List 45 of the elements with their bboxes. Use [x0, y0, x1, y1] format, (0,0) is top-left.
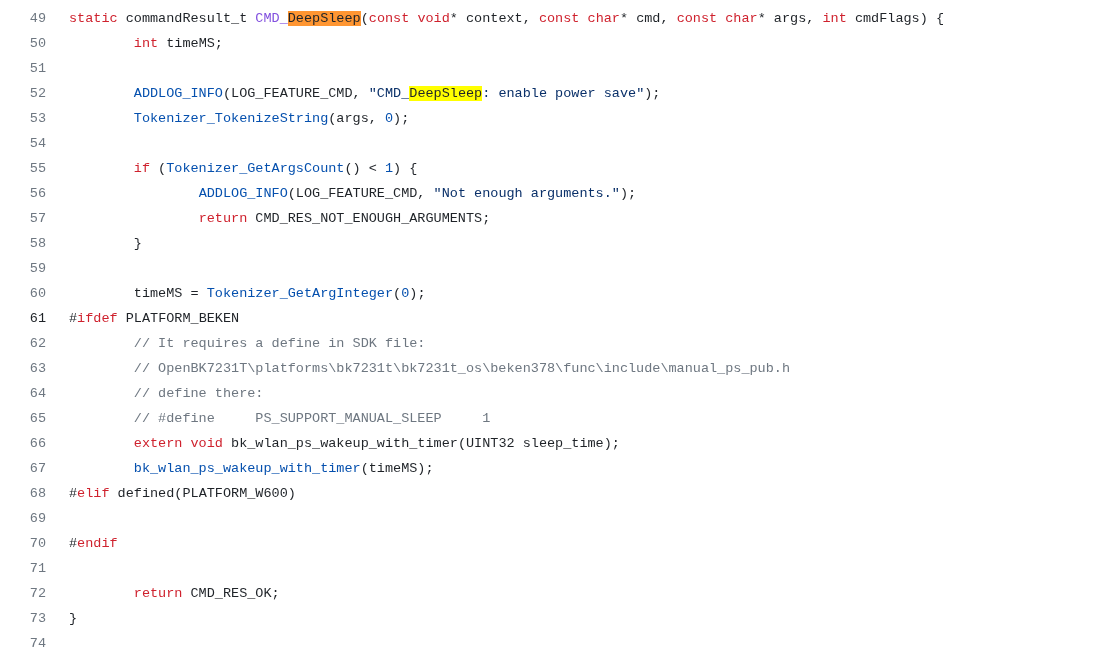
line-number: 50	[28, 35, 46, 54]
code-line: #elif defined(PLATFORM_W600)	[69, 485, 296, 504]
line-number: 51	[28, 60, 46, 79]
code-line: return CMD_RES_OK;	[132, 585, 280, 604]
line-number: 68	[28, 485, 46, 504]
line-number: 52	[28, 85, 46, 104]
code-line: if (Tokenizer_GetArgsCount() < 1) {	[132, 160, 418, 179]
line-number: 65	[28, 410, 46, 429]
code-line: int timeMS;	[132, 35, 223, 54]
line-number: 69	[28, 510, 46, 529]
code-line: }	[69, 610, 78, 629]
code-line: ADDLOG_INFO(LOG_FEATURE_CMD, "Not enough arguments.");	[197, 185, 637, 204]
code-line: extern void bk_wlan_ps_wakeup_with_timer(UINT32 sleep_time);	[132, 435, 620, 454]
line-number: 59	[28, 260, 46, 279]
code-line: timeMS = Tokenizer_GetArgInteger(0);	[132, 285, 426, 304]
code-line: Tokenizer_TokenizeString(args, 0);	[132, 110, 410, 129]
line-number: 64	[28, 385, 46, 404]
line-number: 54	[28, 135, 46, 154]
line-number: 49	[28, 10, 46, 29]
line-number: 67	[28, 460, 46, 479]
line-number: 57	[28, 210, 46, 229]
line-number: 72	[28, 585, 46, 604]
line-number: 53	[28, 110, 46, 129]
code-line: // OpenBK7231T\platforms\bk7231t\bk7231t_os\beken378\func\include\manual_ps_pub.h	[132, 360, 791, 379]
code-line: // define there:	[132, 385, 264, 404]
code-line: }	[132, 235, 142, 254]
line-number: 61	[28, 310, 46, 329]
line-number: 71	[28, 560, 46, 579]
line-number: 55	[28, 160, 46, 179]
line-number: 58	[28, 235, 46, 254]
line-number: 70	[28, 535, 46, 554]
line-number: 60	[28, 285, 46, 304]
code-line: bk_wlan_ps_wakeup_with_timer(timeMS);	[132, 460, 434, 479]
code-line: #ifdef PLATFORM_BEKEN	[69, 310, 240, 329]
line-number: 74	[28, 635, 46, 647]
code-line: return CMD_RES_NOT_ENOUGH_ARGUMENTS;	[197, 210, 491, 229]
code-line: // #define PS_SUPPORT_MANUAL_SLEEP 1	[132, 410, 491, 429]
line-number: 56	[28, 185, 46, 204]
code-line: #endif	[69, 535, 118, 554]
line-number: 62	[28, 335, 46, 354]
code-line: // It requires a define in SDK file:	[132, 335, 426, 354]
code-line: ADDLOG_INFO(LOG_FEATURE_CMD, "CMD_DeepSleep: enable power save");	[132, 85, 661, 104]
line-number: 66	[28, 435, 46, 454]
line-number: 63	[28, 360, 46, 379]
line-number: 73	[28, 610, 46, 629]
